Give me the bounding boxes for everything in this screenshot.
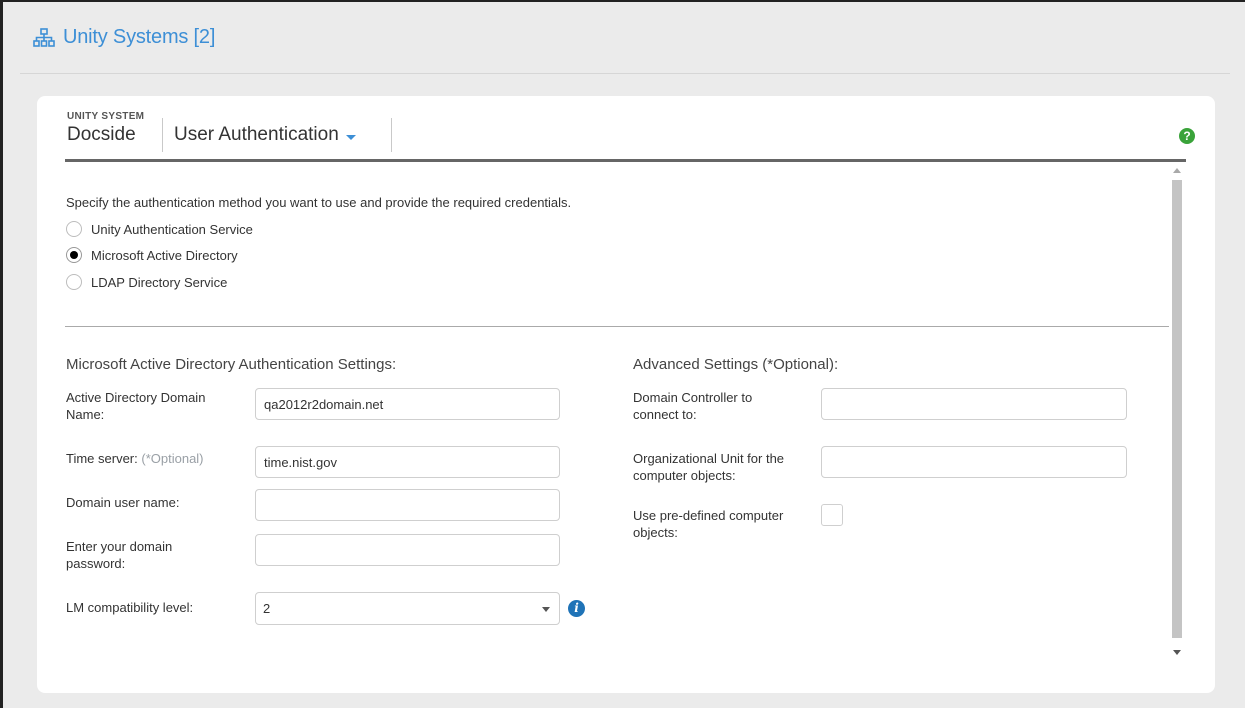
organizational-unit-input[interactable] — [821, 446, 1127, 478]
radio-button[interactable] — [66, 221, 82, 237]
ms-settings-title: Microsoft Active Directory Authenticatio… — [66, 356, 397, 373]
radio-label: Unity Authentication Service — [91, 221, 253, 237]
time-server-label: Time server: (*Optional) — [66, 450, 204, 467]
advanced-settings-title: Advanced Settings (*Optional): — [633, 356, 839, 373]
radio-unity-authentication-service[interactable]: Unity Authentication Service — [66, 221, 253, 237]
scroll-up-arrow-icon[interactable] — [1173, 168, 1181, 173]
domain-user-name-input[interactable] — [255, 489, 560, 521]
section-dropdown-label: User Authentication — [174, 124, 339, 145]
domain-controller-input[interactable] — [821, 388, 1127, 420]
time-server-input[interactable] — [255, 446, 560, 478]
lm-compatibility-value: 2 — [263, 601, 271, 616]
auth-method-instructions: Specify the authentication method you wa… — [66, 195, 572, 210]
optional-tag: (*Optional) — [141, 451, 204, 466]
domain-user-name-label: Domain user name: — [66, 495, 180, 510]
organizational-unit-label: Organizational Unit for the computer obj… — [633, 451, 785, 483]
scrollbar-thumb[interactable] — [1172, 180, 1182, 638]
section-dropdown[interactable]: User Authentication — [174, 124, 356, 146]
lm-compatibility-label: LM compatibility level: — [66, 600, 194, 615]
settings-scroll-area: Specify the authentication method you wa… — [65, 162, 1186, 662]
help-icon[interactable]: ? — [1179, 128, 1195, 144]
info-icon[interactable]: i — [568, 600, 585, 617]
page-header: Unity Systems [2] — [33, 26, 215, 49]
radio-label: LDAP Directory Service — [91, 274, 228, 290]
lm-compatibility-select[interactable]: 2 — [255, 592, 560, 625]
radio-ldap-directory-service[interactable]: LDAP Directory Service — [66, 274, 227, 290]
predefined-objects-checkbox[interactable] — [821, 504, 843, 526]
unity-system-caption: UNITY SYSTEM — [67, 111, 145, 122]
radio-microsoft-active-directory[interactable]: Microsoft Active Directory — [66, 247, 238, 263]
window-border-left — [0, 0, 3, 708]
chevron-down-icon — [542, 607, 550, 612]
window-border-top — [0, 0, 1245, 2]
radio-button[interactable] — [66, 274, 82, 290]
scroll-down-arrow-icon[interactable] — [1173, 650, 1181, 655]
domain-name-label: Active Directory Domain Name: — [66, 390, 206, 422]
domain-name-input[interactable] — [255, 388, 560, 420]
user-authentication-panel: UNITY SYSTEM Docside User Authentication… — [37, 96, 1215, 693]
title-separator — [162, 118, 163, 152]
page-title[interactable]: Unity Systems [2] — [63, 26, 215, 49]
predefined-objects-label: Use pre-defined computer objects: — [633, 508, 784, 540]
unity-system-name: Docside — [67, 124, 136, 145]
vertical-scrollbar[interactable] — [1170, 162, 1184, 662]
section-divider — [65, 326, 1169, 327]
time-server-label-text: Time server: — [66, 451, 138, 466]
radio-label: Microsoft Active Directory — [91, 247, 238, 263]
header-divider — [20, 73, 1230, 74]
radio-button-selected[interactable] — [66, 247, 82, 263]
domain-password-label: Enter your domain password: — [66, 539, 173, 571]
domain-controller-label: Domain Controller to connect to: — [633, 390, 753, 422]
chevron-down-icon — [345, 134, 356, 140]
domain-password-input[interactable] — [255, 534, 560, 566]
title-separator — [391, 118, 392, 152]
network-hierarchy-icon — [33, 27, 55, 48]
